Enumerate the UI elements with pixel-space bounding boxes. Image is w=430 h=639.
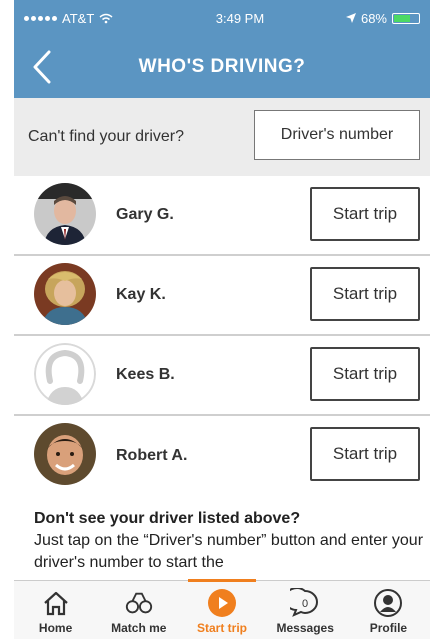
help-body: Just tap on the “Driver's number” button… xyxy=(34,532,424,571)
start-trip-button[interactable]: Start trip xyxy=(310,427,420,481)
driver-list: Gary G. Start trip Kay K. Start trip Kee… xyxy=(14,176,430,496)
start-trip-button[interactable]: Start trip xyxy=(310,267,420,321)
avatar xyxy=(34,423,96,485)
avatar xyxy=(34,263,96,325)
avatar xyxy=(34,183,96,245)
tab-label: Messages xyxy=(276,621,334,635)
wifi-icon xyxy=(99,13,113,23)
match-icon xyxy=(124,588,154,618)
chevron-left-icon xyxy=(33,50,51,84)
home-icon xyxy=(41,588,71,618)
tab-start-trip[interactable]: Start trip xyxy=(180,579,263,639)
driver-name: Kees B. xyxy=(116,366,175,383)
driver-row: Kees B. Start trip xyxy=(14,336,430,416)
find-driver-prompt: Can't find your driver? xyxy=(28,128,185,145)
messages-icon: 0 xyxy=(290,588,320,618)
battery-status: 68% xyxy=(345,10,420,26)
navigation-bar: WHO'S DRIVING? xyxy=(14,36,430,98)
tab-bar: Home Match me Start trip 0 Messages Prof… xyxy=(14,579,430,639)
status-bar: AT&T 3:49 PM 68% xyxy=(14,0,430,36)
signal-icon xyxy=(24,15,57,21)
battery-icon xyxy=(392,12,420,24)
carrier-label: AT&T xyxy=(62,10,95,26)
tab-label: Home xyxy=(38,621,73,635)
drivers-number-button[interactable]: Driver's number xyxy=(254,110,420,160)
start-trip-button[interactable]: Start trip xyxy=(310,347,420,401)
clock: 3:49 PM xyxy=(215,10,265,26)
driver-name: Kay K. xyxy=(116,286,166,303)
page-title: WHO'S DRIVING? xyxy=(138,56,306,77)
svg-text:0: 0 xyxy=(302,598,308,610)
tab-label: Start trip xyxy=(197,621,248,635)
start-trip-button[interactable]: Start trip xyxy=(310,187,420,241)
avatar xyxy=(34,343,96,405)
battery-fill xyxy=(394,14,410,22)
location-arrow-icon xyxy=(345,13,356,23)
tab-profile[interactable]: Profile xyxy=(347,581,430,639)
driver-name: Robert A. xyxy=(116,447,188,464)
help-text: Don't see your driver listed above? Just… xyxy=(34,508,424,574)
back-button[interactable] xyxy=(22,46,62,88)
find-driver-bar: Can't find your driver? Driver's number xyxy=(14,98,430,176)
profile-icon xyxy=(373,588,403,618)
carrier-signal: AT&T xyxy=(24,11,174,26)
driver-row: Gary G. Start trip xyxy=(14,176,430,256)
driver-row: Kay K. Start trip xyxy=(14,256,430,336)
battery-percent: 68% xyxy=(360,10,387,26)
help-heading: Don't see your driver listed above? xyxy=(34,510,301,527)
driver-name: Gary G. xyxy=(116,206,174,223)
tab-label: Profile xyxy=(369,621,408,635)
tab-messages[interactable]: 0 Messages xyxy=(264,581,347,639)
tab-label: Match me xyxy=(111,621,167,635)
play-icon xyxy=(207,588,237,618)
tab-match-me[interactable]: Match me xyxy=(97,581,180,639)
tab-home[interactable]: Home xyxy=(14,581,97,639)
driver-row: Robert A. Start trip xyxy=(14,416,430,496)
